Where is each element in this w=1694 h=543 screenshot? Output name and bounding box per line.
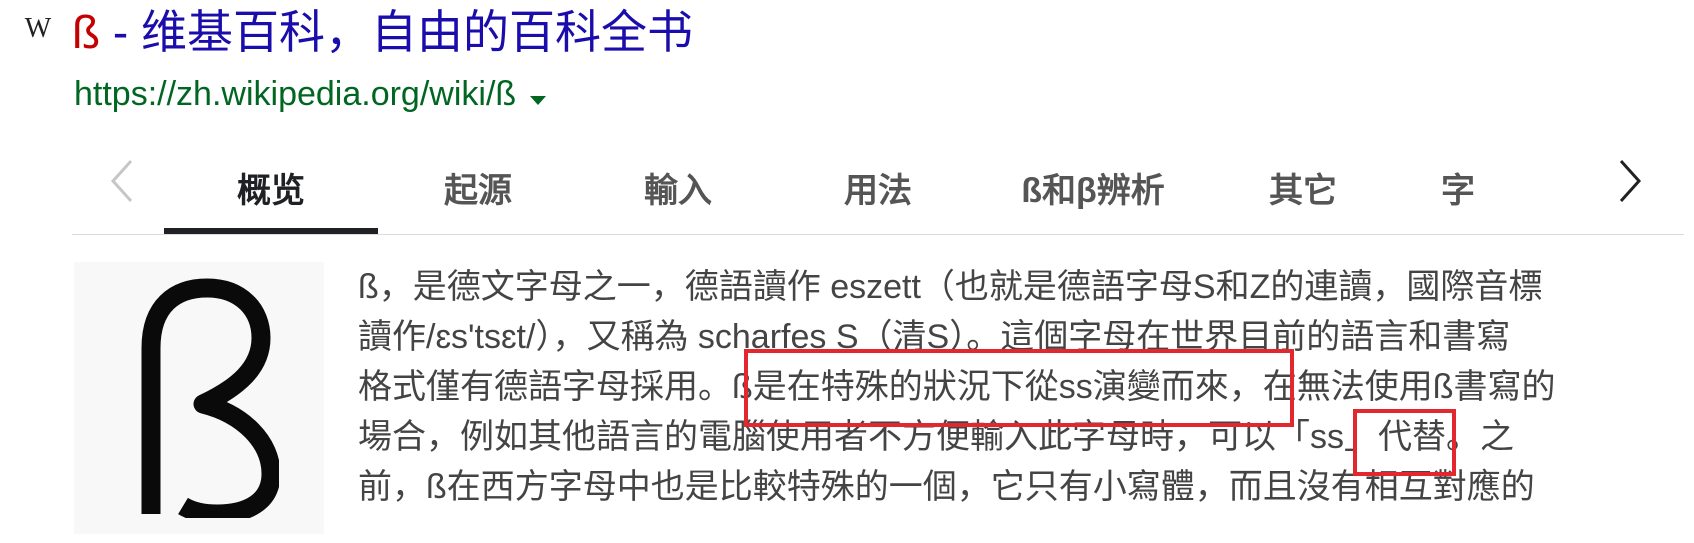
snippet-line: ß，是德文字母之一，德語讀作 eszett（也就是德語字母S和Z的連讀，國際音標 bbox=[358, 268, 1543, 306]
eszett-thumbnail[interactable] bbox=[74, 262, 324, 534]
tab-character[interactable]: 字 bbox=[1398, 142, 1518, 232]
highlight-box bbox=[1353, 409, 1456, 476]
highlight-box bbox=[744, 349, 1294, 427]
tab-input[interactable]: 輸入 bbox=[578, 142, 778, 232]
chevron-right-icon[interactable] bbox=[1600, 142, 1660, 220]
wikipedia-icon: W bbox=[24, 13, 51, 44]
title-eszett: ß bbox=[72, 6, 101, 58]
active-tab-indicator bbox=[164, 228, 378, 234]
tab-origin[interactable]: 起源 bbox=[378, 142, 578, 232]
tab-overview[interactable]: 概览 bbox=[164, 142, 378, 232]
tab-eszett-vs-beta[interactable]: ß和β辨析 bbox=[978, 142, 1208, 232]
eszett-glyph-image bbox=[141, 278, 279, 518]
title-text: - 维基百科，自由的百科全书 bbox=[100, 6, 693, 58]
snippet-line: 前，ß在西方字母中也是比較特殊的一個，它只有小寫體，而且沒有相互對應的 bbox=[358, 468, 1535, 506]
section-tabs: 概览 起源 輸入 用法 ß和β辨析 其它 字 bbox=[72, 142, 1684, 235]
url-text: https://zh.wikipedia.org/wiki/ß bbox=[74, 75, 517, 113]
tab-other[interactable]: 其它 bbox=[1208, 142, 1398, 232]
result-title-link[interactable]: ß - 维基百科，自由的百科全书 bbox=[72, 0, 693, 64]
tab-usage[interactable]: 用法 bbox=[778, 142, 978, 232]
snippet-text: 格式僅有德語字母採用。 bbox=[358, 368, 732, 406]
result-url[interactable]: https://zh.wikipedia.org/wiki/ß bbox=[74, 72, 547, 116]
chevron-left-icon[interactable] bbox=[92, 142, 152, 220]
dropdown-caret-icon[interactable] bbox=[530, 96, 547, 106]
